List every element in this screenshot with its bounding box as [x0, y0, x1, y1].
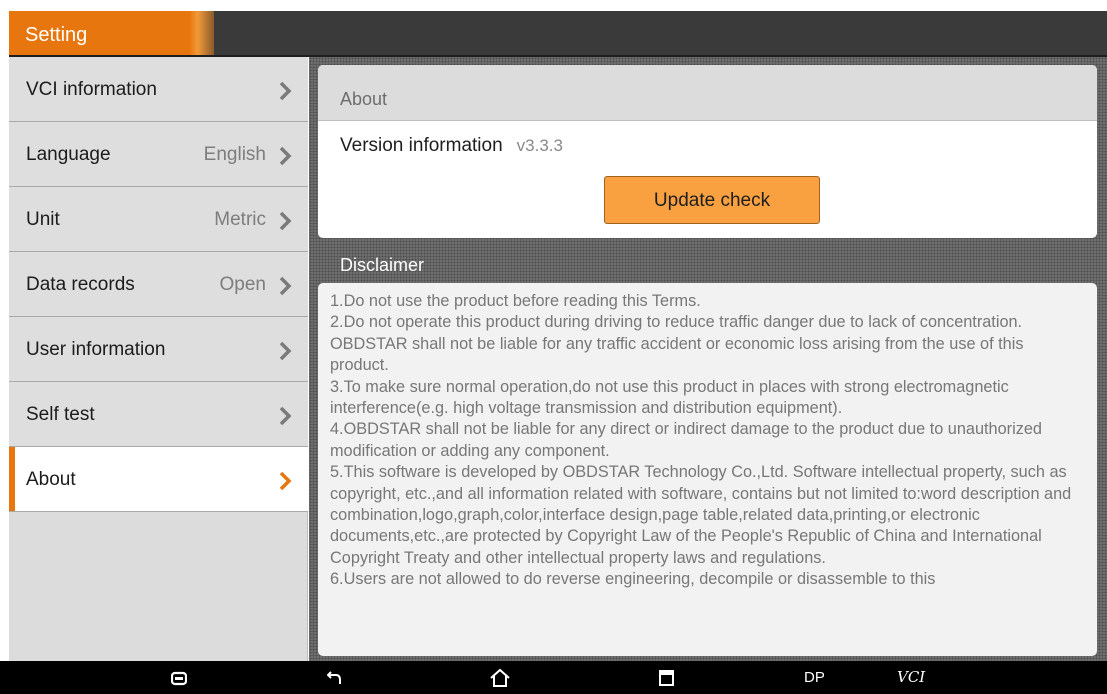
chevron-right-icon — [279, 276, 292, 296]
active-indicator — [9, 447, 15, 511]
disclaimer-text: 1.Do not use the product before reading … — [330, 291, 1085, 591]
title-bar: Setting — [9, 11, 1107, 55]
about-header: About — [318, 65, 1097, 121]
sidebar-item-label: User information — [26, 339, 166, 360]
version-value: v3.3.3 — [516, 136, 563, 155]
disclaimer-paragraph: 5.This software is developed by OBDSTAR … — [330, 463, 1072, 567]
update-check-button[interactable]: Update check — [604, 176, 820, 224]
version-label: Version information — [340, 135, 503, 156]
chevron-right-icon — [279, 341, 292, 361]
sidebar-item-data-records[interactable]: Data records Open — [9, 252, 308, 317]
version-row: Version information v3.3.3 — [340, 135, 563, 157]
disclaimer-paragraph: 2.Do not operate this product during dri… — [330, 313, 1024, 375]
disclaimer-paragraph: 1.Do not use the product before reading … — [330, 292, 701, 310]
system-navigation-bar: DP VCI — [0, 661, 1107, 694]
back-button[interactable] — [323, 661, 349, 694]
back-arrow-icon — [327, 671, 341, 684]
chevron-right-icon — [279, 211, 292, 231]
disclaimer-paragraph: 3.To make sure normal operation,do not u… — [330, 377, 1009, 418]
disclaimer-title: Disclaimer — [340, 255, 425, 275]
sidebar-item-unit[interactable]: Unit Metric — [9, 187, 308, 252]
chevron-right-icon — [279, 146, 292, 166]
sidebar-item-label: Data records — [26, 274, 135, 295]
page-title: Setting — [9, 11, 214, 55]
camera-icon — [171, 671, 187, 686]
disclaimer-paragraph: 6.Users are not allowed to do reverse en… — [330, 570, 936, 589]
chevron-right-icon — [279, 406, 292, 426]
sidebar-item-value: Open — [219, 274, 266, 295]
sidebar-item-label: Unit — [26, 209, 60, 230]
sidebar-item-vci-information[interactable]: VCI information — [9, 57, 308, 122]
sidebar-item-label: Language — [26, 144, 111, 165]
disclaimer-scroll-area[interactable]: 1.Do not use the product before reading … — [318, 283, 1097, 656]
sidebar-item-label: Self test — [26, 404, 95, 425]
disclaimer-paragraph: 4.OBDSTAR shall not be liable for any di… — [330, 420, 1042, 460]
sidebar-item-label: VCI information — [26, 79, 157, 100]
home-icon — [490, 668, 510, 687]
settings-sidebar: VCI information Language English Unit Me… — [9, 57, 308, 661]
chevron-right-icon — [279, 471, 292, 491]
vci-status[interactable]: VCI — [897, 661, 925, 694]
sidebar-item-language[interactable]: Language English — [9, 122, 308, 187]
dp-button[interactable]: DP — [804, 661, 825, 694]
sidebar-item-label: About — [26, 469, 76, 490]
recent-apps-button[interactable] — [654, 661, 680, 694]
sidebar-item-about[interactable]: About — [9, 447, 308, 512]
recent-apps-icon — [659, 670, 674, 686]
about-content: About Version information v3.3.3 Update c… — [309, 57, 1107, 661]
chevron-right-icon — [279, 81, 292, 101]
sidebar-item-user-information[interactable]: User information — [9, 317, 308, 382]
about-panel: About Version information v3.3.3 Update c… — [318, 65, 1097, 238]
screenshot-button[interactable] — [166, 661, 192, 694]
about-heading: About — [340, 89, 388, 109]
sidebar-item-self-test[interactable]: Self test — [9, 382, 308, 447]
sidebar-item-value: Metric — [214, 209, 266, 230]
sidebar-item-value: English — [203, 144, 266, 165]
home-button[interactable] — [485, 661, 515, 694]
